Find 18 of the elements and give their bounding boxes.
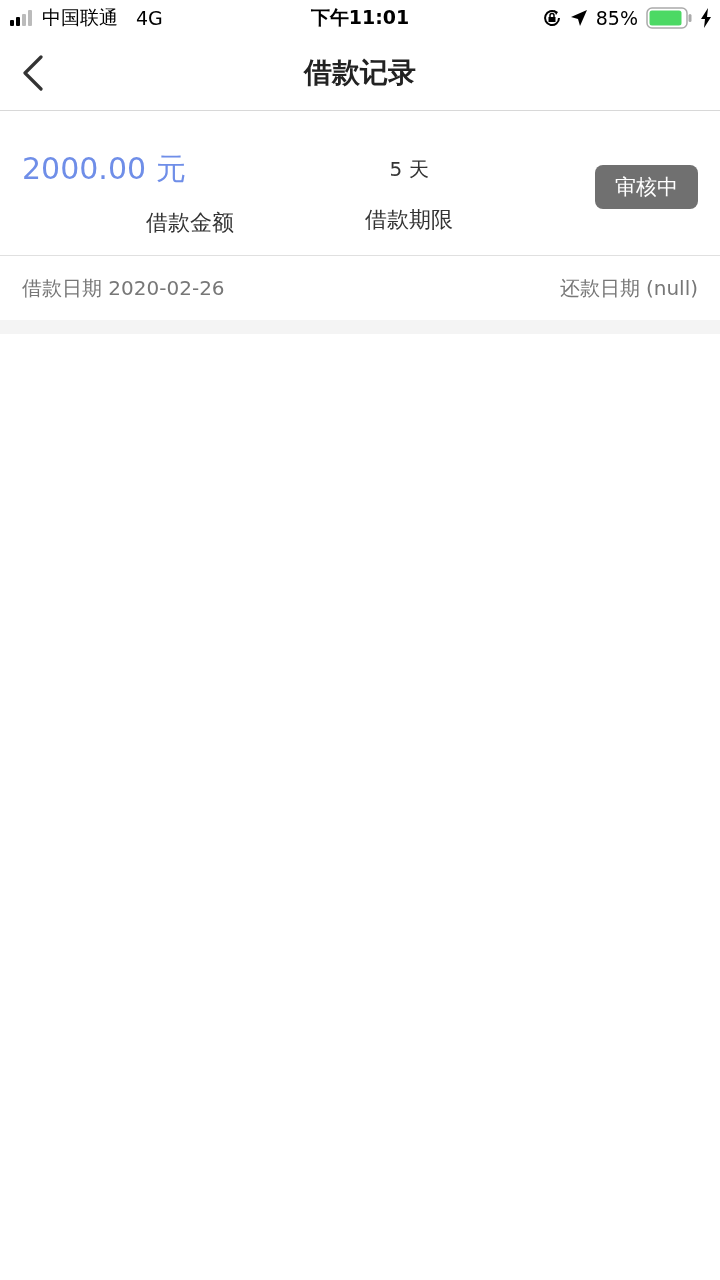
status-badge: 审核中	[595, 165, 698, 209]
loan-amount: 2000.00 元	[22, 150, 187, 188]
battery-icon	[646, 7, 692, 29]
repay-date: 还款日期 (null)	[559, 274, 698, 302]
page-title: 借款记录	[304, 55, 416, 91]
charging-bolt-icon	[700, 8, 712, 28]
rotation-lock-icon	[541, 8, 562, 28]
location-arrow-icon	[569, 9, 588, 27]
amount-label: 借款金额	[146, 209, 234, 237]
battery-percent: 85%	[595, 7, 638, 29]
loan-record-card[interactable]: 2000.00 元 借款金额 5 天 借款期限 审核中 借款日期 2020-02-26 还款日期 (null)	[0, 111, 720, 320]
loan-date: 借款日期 2020-02-26	[22, 274, 225, 302]
term-label: 借款期限	[365, 206, 453, 234]
clock-time: 下午11:01	[310, 5, 410, 30]
carrier-name: 中国联通	[42, 5, 118, 30]
back-button[interactable]	[22, 55, 44, 91]
network-type: 4G	[136, 7, 163, 29]
loan-term: 5 天	[389, 156, 429, 183]
